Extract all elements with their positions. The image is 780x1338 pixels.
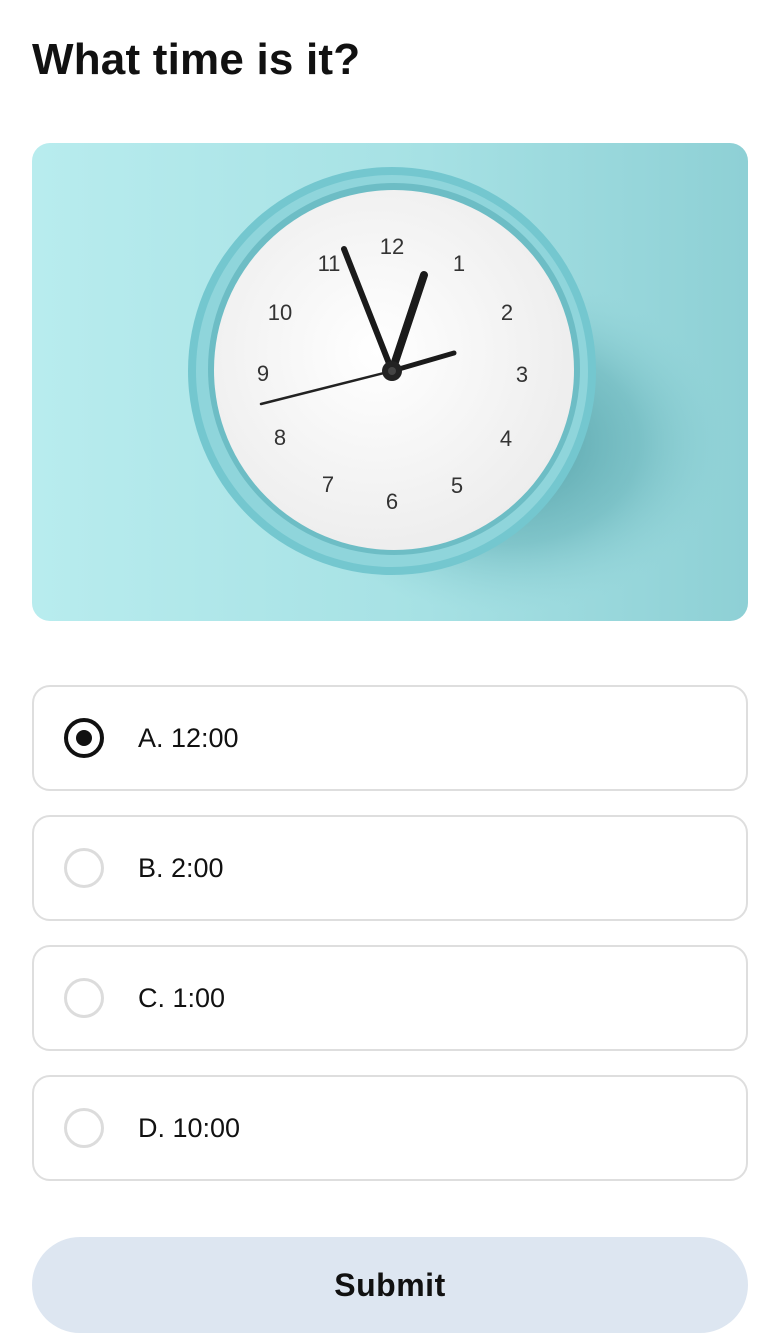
radio-unselected-icon[interactable] (64, 978, 104, 1018)
option-b[interactable]: B. 2:00 (32, 815, 748, 921)
option-a[interactable]: A. 12:00 (32, 685, 748, 791)
dial-number-1: 1 (453, 251, 465, 276)
option-d-label: D. 10:00 (138, 1112, 241, 1143)
dial-number-5: 5 (451, 473, 463, 498)
dial-number-3: 3 (516, 362, 528, 387)
radio-selected-icon[interactable] (64, 718, 104, 758)
dial-number-7: 7 (322, 472, 334, 497)
radio-dot-icon (76, 730, 92, 746)
dial-number-6: 6 (386, 489, 398, 514)
dial-number-9: 9 (257, 361, 269, 386)
clock-image: 12 1 2 3 4 5 6 7 8 9 10 11 (32, 143, 748, 621)
dial-number-12: 12 (380, 234, 404, 259)
radio-unselected-icon[interactable] (64, 1108, 104, 1148)
dial-number-2: 2 (501, 300, 513, 325)
dial-number-11: 11 (318, 251, 341, 276)
answer-options: A. 12:00 B. 2:00 C. 1:00 D. 10:00 (32, 685, 748, 1205)
dial-number-8: 8 (274, 425, 286, 450)
question-title: What time is it? (32, 35, 361, 84)
radio-unselected-icon[interactable] (64, 848, 104, 888)
dial-number-10: 10 (268, 300, 292, 325)
dial-number-4: 4 (500, 426, 512, 451)
option-a-label: A. 12:00 (138, 722, 239, 753)
option-c[interactable]: C. 1:00 (32, 945, 748, 1051)
option-c-label: C. 1:00 (138, 982, 226, 1013)
submit-button[interactable]: Submit (32, 1237, 748, 1333)
option-b-label: B. 2:00 (138, 852, 224, 883)
option-d[interactable]: D. 10:00 (32, 1075, 748, 1181)
